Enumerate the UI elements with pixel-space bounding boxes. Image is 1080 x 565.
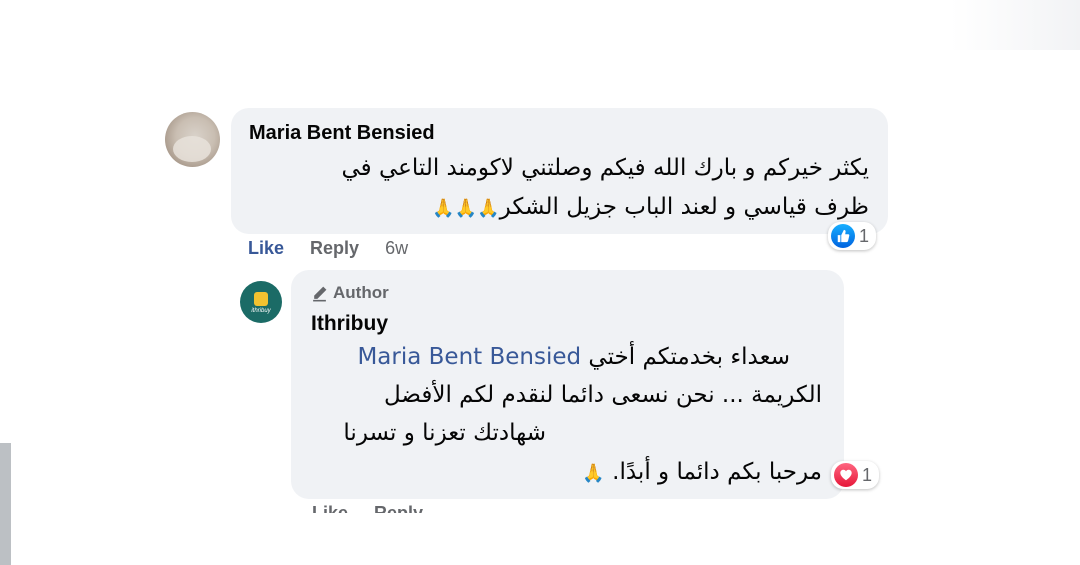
comment-author[interactable]: Maria Bent Bensied xyxy=(249,122,435,145)
reaction-count[interactable]: 1 xyxy=(828,222,877,250)
avatar-photo-shape xyxy=(173,136,211,162)
comment-text-line: شهادتك تعزنا و تسرنا xyxy=(343,420,546,446)
pen-icon xyxy=(313,286,327,301)
author-badge-label: Author xyxy=(333,283,389,302)
mention-link[interactable]: Maria Bent Bensied xyxy=(357,344,581,370)
comment-text: سعداء بخدمتكم أختي xyxy=(588,344,790,370)
timestamp[interactable]: 6w xyxy=(385,238,408,259)
scroll-edge xyxy=(0,443,11,565)
top-strip xyxy=(0,0,1080,50)
reply-button[interactable]: Reply xyxy=(374,503,423,513)
avatar-brand-text: ithribuy xyxy=(251,308,271,314)
comment-text: ظرف قياسي و لعند الباب جزيل الشكر xyxy=(499,194,869,220)
like-button[interactable]: Like xyxy=(312,503,348,513)
reaction-count[interactable]: 1 xyxy=(831,461,880,489)
comment-text-line: الكريمة ... نحن نسعى دائما لنقدم لكم الأ… xyxy=(384,382,822,408)
comment-text-line: سعداء بخدمتكم أختي Maria Bent Bensied xyxy=(357,344,790,370)
comment-text-line: يكثر خيركم و بارك الله فيكم وصلتني لاكوم… xyxy=(341,155,870,181)
comment-text: مرحبا بكم دائما و أبدًا. xyxy=(612,459,822,485)
love-icon xyxy=(834,463,858,487)
page-avatar[interactable]: ithribuy xyxy=(240,281,282,323)
like-icon xyxy=(831,224,855,248)
reply-bubble: Author Ithribuy سعداء بخدمتكم أختي Maria… xyxy=(291,270,844,499)
reaction-number: 1 xyxy=(859,225,870,246)
comment-text-line: مرحبا بكم دائما و أبدًا. 🙏 xyxy=(582,459,822,485)
author-badge: Author xyxy=(311,283,389,303)
comment-bubble: Maria Bent Bensied يكثر خيركم و بارك الل… xyxy=(231,108,888,234)
folded-hands-icon: 🙏🙏🙏 xyxy=(432,198,500,219)
reply-actions: Like Reply xyxy=(312,503,423,513)
comment-actions: Like Reply 6w xyxy=(248,238,408,259)
reply-button[interactable]: Reply xyxy=(310,238,359,259)
like-button[interactable]: Like xyxy=(248,238,284,259)
reaction-number: 1 xyxy=(862,464,873,485)
folded-hands-icon: 🙏 xyxy=(582,463,605,484)
comment-text-line: ظرف قياسي و لعند الباب جزيل الشكر🙏🙏🙏 xyxy=(432,194,869,220)
avatar[interactable] xyxy=(165,112,220,167)
shopping-bag-icon xyxy=(254,292,268,306)
comment-author[interactable]: Ithribuy xyxy=(311,312,388,336)
